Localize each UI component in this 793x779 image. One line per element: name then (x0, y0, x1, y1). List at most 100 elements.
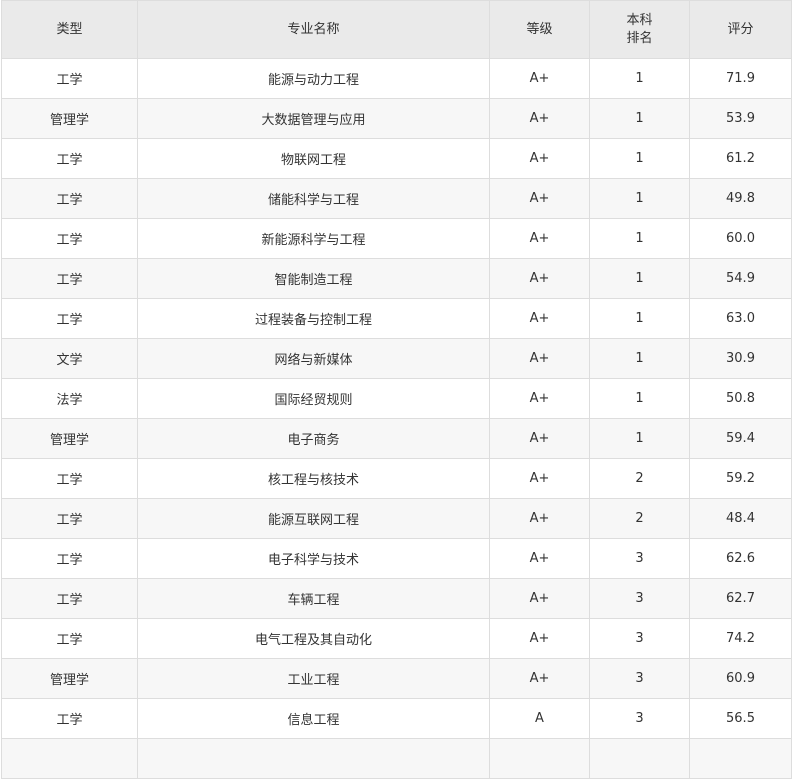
cell-type: 工学 (1, 218, 138, 259)
cell-rank: 3 (589, 578, 690, 619)
cell-grade: A+ (489, 458, 590, 499)
cell-score: 59.4 (689, 418, 792, 459)
table-row: 管理学 电子商务 A+ 1 59.4 (1, 418, 792, 459)
cell-score: 62.6 (689, 538, 792, 579)
table-row-partial (1, 738, 792, 779)
table-header: 类型 专业名称 等级 本科 排名 评分 (1, 0, 792, 59)
header-undergrad-rank: 本科 排名 (589, 0, 690, 59)
cell-grade: A+ (489, 338, 590, 379)
cell-rank: 1 (589, 98, 690, 139)
cell-score: 53.9 (689, 98, 792, 139)
cell-major-name: 智能制造工程 (137, 258, 490, 299)
cell-major-name: 信息工程 (137, 698, 490, 739)
cell-grade: A+ (489, 218, 590, 259)
cell-score: 49.8 (689, 178, 792, 219)
cell-major-name: 能源与动力工程 (137, 58, 490, 99)
cell-major-name: 电子商务 (137, 418, 490, 459)
cell-type: 工学 (1, 578, 138, 619)
cell-grade: A+ (489, 378, 590, 419)
cell-grade: A+ (489, 418, 590, 459)
table-body: 工学 能源与动力工程 A+ 1 71.9 管理学 大数据管理与应用 A+ 1 53.9 工学 物联网工… (1, 58, 792, 779)
table-row: 工学 过程装备与控制工程 A+ 1 63.0 (1, 298, 792, 339)
table-row: 工学 储能科学与工程 A+ 1 49.8 (1, 178, 792, 219)
cell-grade: A+ (489, 498, 590, 539)
cell-rank: 1 (589, 178, 690, 219)
cell-type: 管理学 (1, 658, 138, 699)
cell-rank: 1 (589, 338, 690, 379)
cell-score: 56.5 (689, 698, 792, 739)
cell-empty (489, 738, 590, 779)
cell-major-name: 工业工程 (137, 658, 490, 699)
cell-grade: A+ (489, 178, 590, 219)
cell-type: 法学 (1, 378, 138, 419)
header-rank-line1: 本科 (626, 12, 653, 28)
cell-rank: 1 (589, 378, 690, 419)
cell-grade: A+ (489, 138, 590, 179)
cell-type: 工学 (1, 698, 138, 739)
cell-type: 工学 (1, 458, 138, 499)
cell-score: 50.8 (689, 378, 792, 419)
cell-type: 工学 (1, 298, 138, 339)
table-row: 工学 电子科学与技术 A+ 3 62.6 (1, 538, 792, 579)
cell-type: 工学 (1, 138, 138, 179)
cell-grade: A+ (489, 658, 590, 699)
cell-score: 62.7 (689, 578, 792, 619)
header-type: 类型 (1, 0, 138, 59)
cell-grade: A+ (489, 98, 590, 139)
cell-type: 工学 (1, 538, 138, 579)
cell-type: 工学 (1, 58, 138, 99)
cell-rank: 3 (589, 538, 690, 579)
cell-score: 61.2 (689, 138, 792, 179)
cell-type: 文学 (1, 338, 138, 379)
header-major-name: 专业名称 (137, 0, 490, 59)
header-rank-line2: 排名 (626, 30, 653, 46)
table-row: 工学 能源与动力工程 A+ 1 71.9 (1, 58, 792, 99)
cell-major-name: 储能科学与工程 (137, 178, 490, 219)
cell-empty (137, 738, 490, 779)
cell-rank: 2 (589, 458, 690, 499)
table-row: 管理学 大数据管理与应用 A+ 1 53.9 (1, 98, 792, 139)
cell-major-name: 过程装备与控制工程 (137, 298, 490, 339)
cell-type: 管理学 (1, 98, 138, 139)
cell-rank: 3 (589, 658, 690, 699)
cell-empty (689, 738, 792, 779)
cell-rank: 1 (589, 58, 690, 99)
cell-major-name: 核工程与核技术 (137, 458, 490, 499)
header-row: 类型 专业名称 等级 本科 排名 评分 (1, 0, 792, 59)
cell-score: 54.9 (689, 258, 792, 299)
cell-grade: A+ (489, 538, 590, 579)
cell-major-name: 大数据管理与应用 (137, 98, 490, 139)
table-row: 工学 新能源科学与工程 A+ 1 60.0 (1, 218, 792, 259)
cell-rank: 1 (589, 298, 690, 339)
major-ranking-table: 类型 专业名称 等级 本科 排名 评分 工学 能源与动力工程 A+ 1 71.9 管理学大… (1, 0, 792, 779)
cell-grade: A+ (489, 298, 590, 339)
cell-score: 71.9 (689, 58, 792, 99)
cell-score: 74.2 (689, 618, 792, 659)
table-row: 工学 车辆工程 A+ 3 62.7 (1, 578, 792, 619)
table-row: 文学 网络与新媒体 A+ 1 30.9 (1, 338, 792, 379)
cell-major-name: 网络与新媒体 (137, 338, 490, 379)
cell-grade: A+ (489, 258, 590, 299)
cell-type: 工学 (1, 498, 138, 539)
cell-rank: 1 (589, 218, 690, 259)
cell-grade: A+ (489, 58, 590, 99)
cell-major-name: 电子科学与技术 (137, 538, 490, 579)
table-row: 工学 信息工程 A 3 56.5 (1, 698, 792, 739)
cell-empty (589, 738, 690, 779)
cell-major-name: 车辆工程 (137, 578, 490, 619)
cell-score: 63.0 (689, 298, 792, 339)
cell-type: 管理学 (1, 418, 138, 459)
cell-type: 工学 (1, 618, 138, 659)
table-row: 法学 国际经贸规则 A+ 1 50.8 (1, 378, 792, 419)
header-grade: 等级 (489, 0, 590, 59)
cell-major-name: 物联网工程 (137, 138, 490, 179)
cell-major-name: 电气工程及其自动化 (137, 618, 490, 659)
cell-score: 59.2 (689, 458, 792, 499)
cell-score: 60.0 (689, 218, 792, 259)
cell-grade: A+ (489, 578, 590, 619)
cell-major-name: 能源互联网工程 (137, 498, 490, 539)
cell-score: 30.9 (689, 338, 792, 379)
cell-grade: A+ (489, 618, 590, 659)
cell-rank: 1 (589, 418, 690, 459)
cell-rank: 2 (589, 498, 690, 539)
